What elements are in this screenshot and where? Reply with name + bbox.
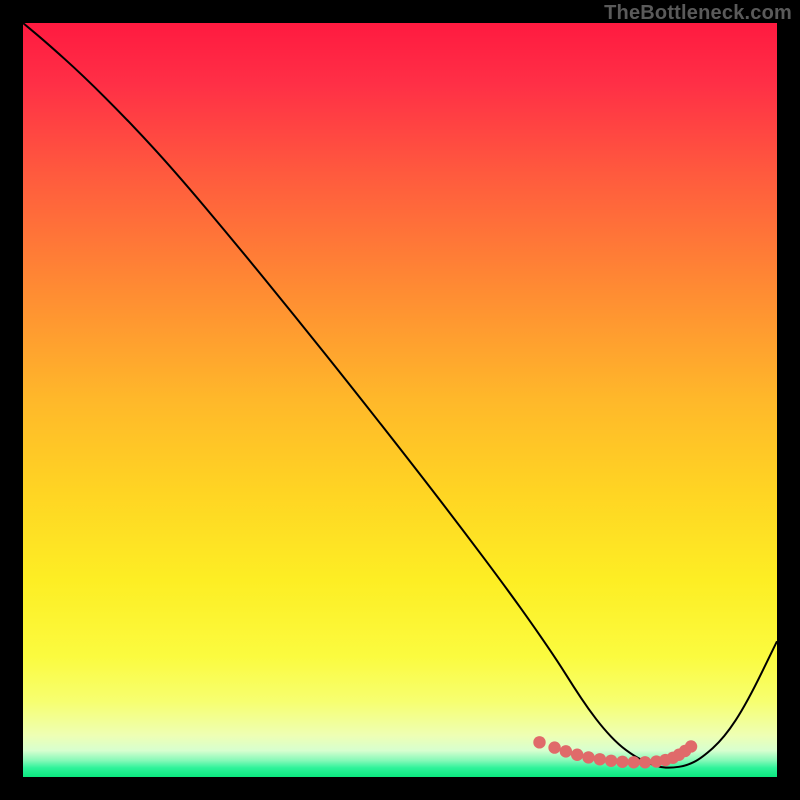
chart-frame: TheBottleneck.com <box>0 0 800 800</box>
optimal-marker <box>548 741 560 753</box>
optimal-marker <box>533 736 545 748</box>
optimal-marker <box>616 756 628 768</box>
optimal-marker <box>594 753 606 765</box>
optimal-marker <box>571 749 583 761</box>
optimal-marker <box>628 756 640 768</box>
optimal-marker <box>639 756 651 768</box>
gradient-background <box>23 23 777 777</box>
watermark-text: TheBottleneck.com <box>604 2 792 25</box>
plot-area <box>23 23 777 777</box>
optimal-marker <box>582 751 594 763</box>
optimal-marker <box>685 740 697 752</box>
bottleneck-chart <box>23 23 777 777</box>
optimal-marker <box>605 755 617 767</box>
optimal-marker <box>560 745 572 757</box>
